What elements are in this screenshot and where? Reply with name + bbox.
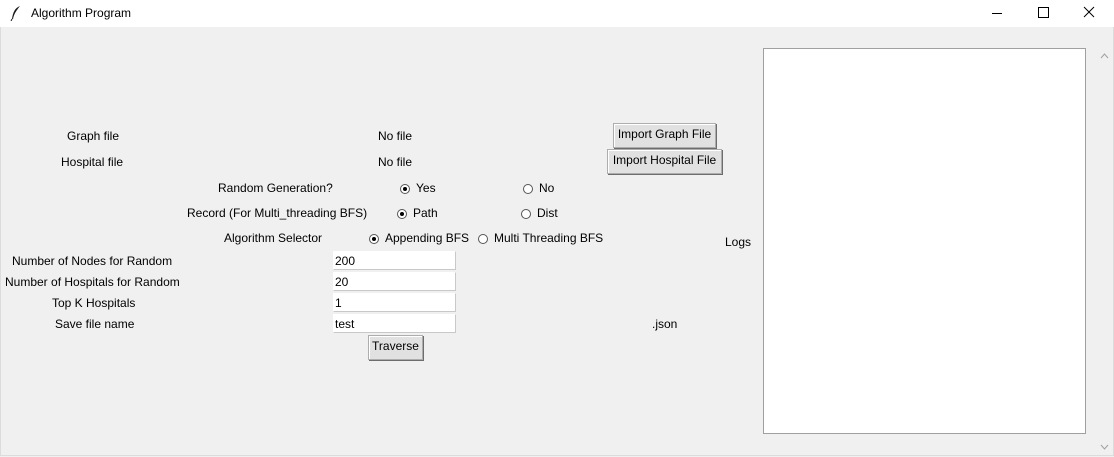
feather-icon (10, 6, 20, 21)
radio-selected-icon (369, 234, 379, 244)
graph-file-label: Graph file (67, 129, 120, 143)
traverse-button[interactable]: Traverse (368, 335, 423, 360)
window-title: Algorithm Program (31, 6, 132, 20)
random-no-radio[interactable]: No (523, 181, 554, 195)
nodes-input[interactable] (333, 251, 456, 270)
close-icon (1083, 6, 1095, 18)
minimize-button[interactable] (974, 0, 1020, 27)
maximize-icon (1038, 7, 1049, 18)
record-dist-radio[interactable]: Dist (521, 206, 558, 220)
radio-selected-icon (397, 209, 407, 219)
multi-threading-bfs-radio[interactable]: Multi Threading BFS (478, 231, 603, 245)
minimize-icon (992, 13, 1002, 14)
logs-scrollbar[interactable] (1096, 48, 1113, 455)
hospitals-label: Number of Hospitals for Random (5, 275, 180, 289)
import-graph-file-button[interactable]: Import Graph File (613, 123, 716, 148)
radio-unselected-icon (521, 209, 531, 219)
hospital-file-status: No file (378, 155, 413, 169)
hospital-file-label: Hospital file (61, 155, 124, 169)
radio-selected-icon (400, 184, 410, 194)
title-bar: Algorithm Program (0, 0, 1114, 27)
logs-textarea[interactable] (763, 48, 1086, 434)
import-hospital-file-button[interactable]: Import Hospital File (607, 149, 722, 174)
scroll-down-icon[interactable] (1100, 444, 1109, 450)
save-file-input[interactable] (333, 314, 456, 333)
radio-label: Yes (416, 181, 436, 195)
record-label: Record (For Multi_threading BFS) (187, 206, 368, 220)
random-yes-radio[interactable]: Yes (400, 181, 436, 195)
radio-label: Multi Threading BFS (494, 231, 604, 245)
radio-label: Dist (537, 206, 558, 220)
algorithm-selector-label: Algorithm Selector (224, 231, 323, 245)
radio-label: No (539, 181, 555, 195)
save-file-label: Save file name (55, 317, 135, 331)
hospitals-input[interactable] (333, 272, 456, 291)
logs-label: Logs (725, 235, 752, 249)
radio-unselected-icon (478, 234, 488, 244)
record-path-radio[interactable]: Path (397, 206, 438, 220)
scroll-up-icon[interactable] (1100, 53, 1109, 59)
appending-bfs-radio[interactable]: Appending BFS (369, 231, 469, 245)
nodes-label: Number of Nodes for Random (12, 254, 173, 268)
radio-label: Path (413, 206, 438, 220)
maximize-button[interactable] (1020, 0, 1066, 27)
close-button[interactable] (1066, 0, 1112, 27)
random-generation-label: Random Generation? (218, 181, 333, 195)
json-suffix-label: .json (652, 317, 678, 331)
graph-file-status: No file (378, 129, 413, 143)
radio-unselected-icon (523, 184, 533, 194)
top-k-input[interactable] (333, 293, 456, 312)
top-k-label: Top K Hospitals (52, 296, 136, 310)
radio-label: Appending BFS (385, 231, 470, 245)
main-window: Graph file No file Import Graph File Hos… (0, 27, 1114, 456)
